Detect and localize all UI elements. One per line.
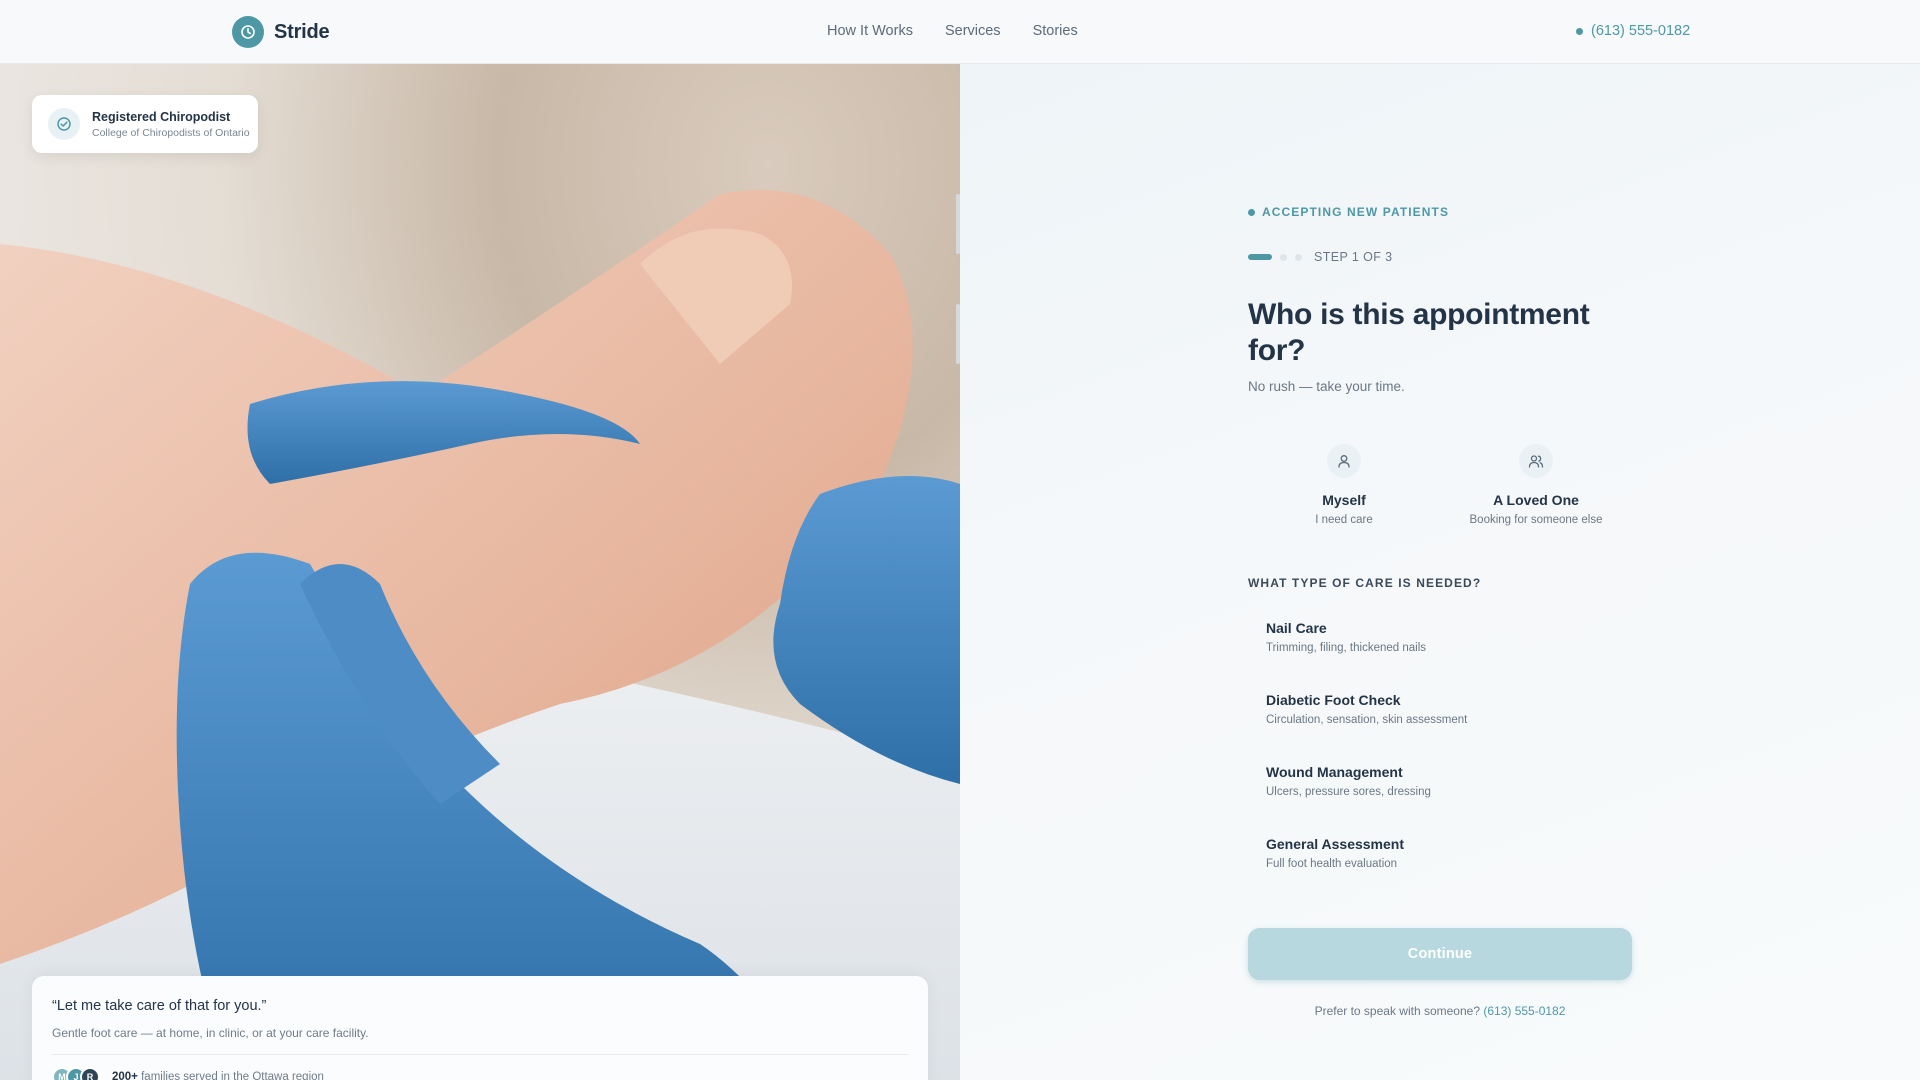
header-phone-link[interactable]: (613) 555-0182 <box>1576 23 1690 39</box>
care-option-title: Diabetic Foot Check <box>1266 692 1401 708</box>
status-dot <box>1248 208 1255 216</box>
testimonial-quote: “Let me take care of that for you.” <box>52 998 267 1014</box>
who-selector: Myself I need care A Loved One Booking f… <box>1248 424 1632 532</box>
testimonial-subtitle: Gentle foot care — at home, in clinic, o… <box>52 1026 369 1040</box>
care-option-title: General Assessment <box>1266 836 1404 852</box>
header-phone-number: (613) 555-0182 <box>1591 23 1691 39</box>
care-option-title: Wound Management <box>1266 764 1403 780</box>
option-myself[interactable]: Myself I need care <box>1248 424 1440 532</box>
prefer-phone-link[interactable]: (613) 555-0182 <box>1483 1004 1565 1018</box>
care-option-subtitle: Full foot health evaluation <box>1266 858 1398 870</box>
availability-status: ACCEPTING NEW PATIENTS <box>1248 205 1632 219</box>
nav-stories[interactable]: Stories <box>1033 23 1078 39</box>
step-indicator <box>1295 253 1302 261</box>
option-subtitle: I need care <box>1315 514 1373 526</box>
avatar: R <box>80 1067 100 1080</box>
top-nav-bar: Stride How It Works Services Stories (61… <box>0 0 1920 64</box>
care-type-list: Nail Care Trimming, filing, thickened na… <box>1248 606 1632 894</box>
care-option-title: Nail Care <box>1266 620 1327 636</box>
families-stat: M J R 200+ families served in the Ottawa… <box>52 1067 908 1080</box>
user-icon <box>1327 444 1361 478</box>
option-title: A Loved One <box>1493 492 1579 508</box>
credential-subtitle: College of Chiropodists of Ontario <box>92 126 250 139</box>
care-option-nail-care[interactable]: Nail Care Trimming, filing, thickened na… <box>1248 606 1632 678</box>
prefer-speak-note: Prefer to speak with someone? (613) 555-… <box>1248 1004 1632 1018</box>
care-option-general-assessment[interactable]: General Assessment Full foot health eval… <box>1248 822 1632 894</box>
check-circle-icon <box>48 108 80 140</box>
step-progress: STEP 1 OF 3 <box>1248 250 1632 264</box>
step-indicator-active <box>1248 254 1272 260</box>
main-nav: How It Works Services Stories <box>827 23 1078 39</box>
hero-photo <box>0 64 960 1080</box>
continue-button[interactable]: Continue <box>1248 928 1632 980</box>
booking-form: ACCEPTING NEW PATIENTS STEP 1 OF 3 Who i… <box>1248 205 1632 1018</box>
form-subheading: No rush — take your time. <box>1248 379 1405 394</box>
credential-title: Registered Chiropodist <box>92 109 231 124</box>
step-label: STEP 1 OF 3 <box>1314 250 1393 264</box>
clock-icon <box>232 16 264 48</box>
availability-text: ACCEPTING NEW PATIENTS <box>1262 205 1450 219</box>
divider <box>52 1054 908 1055</box>
step-indicator <box>1280 253 1287 261</box>
brand-name: Stride <box>274 20 330 43</box>
status-dot <box>1576 27 1583 35</box>
users-icon <box>1519 444 1553 478</box>
option-subtitle: Booking for someone else <box>1469 514 1603 526</box>
avatar-group: M J R <box>52 1067 100 1080</box>
care-option-diabetic-foot-check[interactable]: Diabetic Foot Check Circulation, sensati… <box>1248 678 1632 750</box>
nav-how-it-works[interactable]: How It Works <box>827 23 913 39</box>
brand-logo[interactable]: Stride <box>232 16 330 48</box>
care-option-subtitle: Circulation, sensation, skin assessment <box>1266 714 1468 726</box>
credential-badge: Registered Chiropodist College of Chirop… <box>32 95 258 153</box>
nav-services[interactable]: Services <box>945 23 1001 39</box>
care-option-subtitle: Ulcers, pressure sores, dressing <box>1266 786 1431 798</box>
care-option-subtitle: Trimming, filing, thickened nails <box>1266 642 1426 654</box>
care-type-label: WHAT TYPE OF CARE IS NEEDED? <box>1248 576 1482 590</box>
families-text: families served in the Ottawa region <box>141 1071 324 1080</box>
option-title: Myself <box>1322 492 1366 508</box>
prefer-text: Prefer to speak with someone? <box>1314 1004 1480 1018</box>
families-count: 200+ <box>112 1071 138 1080</box>
form-heading: Who is this appointment for? <box>1248 298 1590 367</box>
option-loved-one[interactable]: A Loved One Booking for someone else <box>1440 424 1632 532</box>
testimonial-card: “Let me take care of that for you.” Gent… <box>32 976 928 1080</box>
care-option-wound-management[interactable]: Wound Management Ulcers, pressure sores,… <box>1248 750 1632 822</box>
